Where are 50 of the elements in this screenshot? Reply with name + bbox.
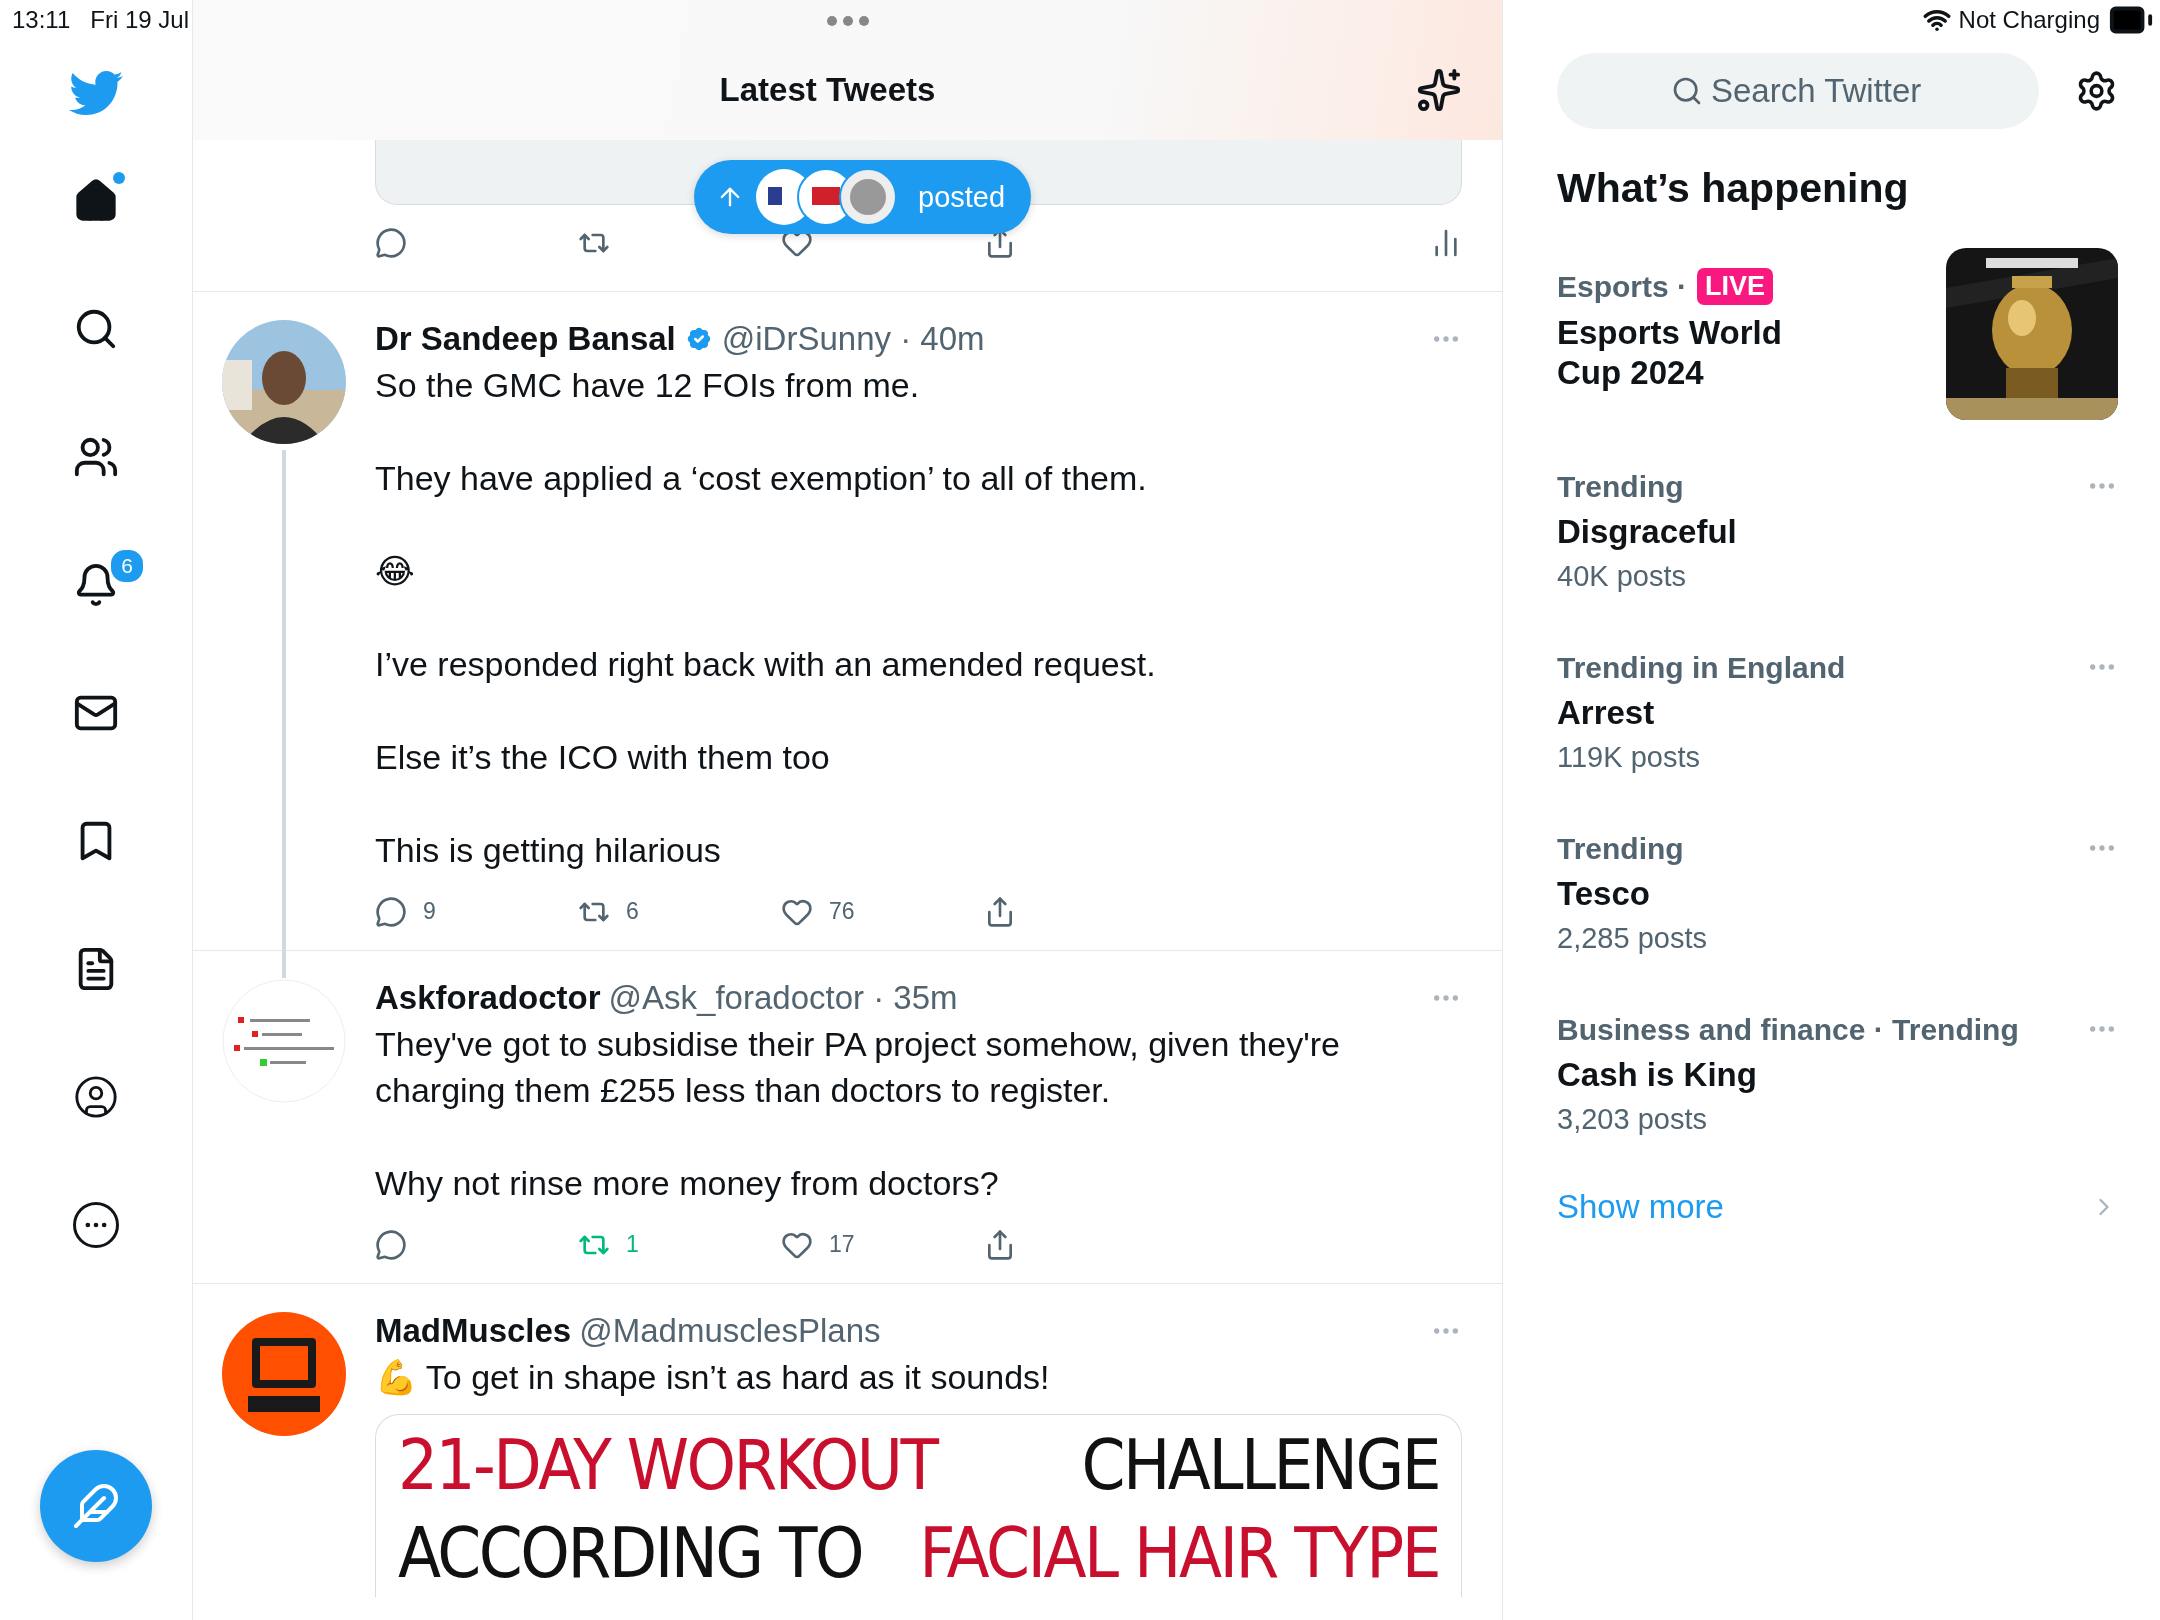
trend-category: Trending (1557, 832, 1685, 866)
trend-title[interactable]: Tesco (1557, 874, 1707, 914)
author-name[interactable]: MadMuscles (375, 1311, 572, 1350)
trend-category: Business and finance · Trending (1557, 1013, 2019, 1047)
post-count: 2,285 posts (1557, 922, 1707, 955)
section-title: What’s happening (1557, 165, 1910, 212)
home-icon[interactable] (73, 178, 119, 224)
trend-category: Trending in England (1557, 651, 1846, 685)
action-count: 76 (829, 898, 855, 925)
action-count: 9 (423, 898, 436, 925)
feather-icon (72, 1482, 120, 1530)
more-icon[interactable] (73, 1202, 119, 1248)
trend-title[interactable]: Cash is King (1557, 1055, 2019, 1095)
pill-label: posted (918, 180, 1006, 214)
action-count: 6 (626, 898, 639, 925)
action-count: 17 (829, 1231, 855, 1258)
status-time: 13:11 Fri 19 Jul (12, 6, 189, 34)
post-count: 3,203 posts (1557, 1103, 1708, 1136)
trend-title[interactable]: Disgraceful (1557, 512, 1737, 552)
sparkle-icon[interactable] (1416, 67, 1462, 113)
reply-icon[interactable] (375, 227, 407, 259)
search-field[interactable]: Search Twitter (1557, 53, 2039, 129)
media-headline: CHALLENGE (1081, 1423, 1439, 1508)
charging-status: Not Charging (1958, 6, 2100, 34)
notification-count: 6 (109, 548, 145, 584)
author-name[interactable]: Askforadoctor (375, 978, 601, 1017)
post-count: 40K posts (1557, 560, 1687, 593)
live-badge: LIVE (1697, 268, 1774, 305)
author-name[interactable]: Dr Sandeep Bansal (375, 320, 676, 358)
tweet-text: 💪 To get in shape isn’t as hard as it sounds! (375, 1356, 1051, 1398)
tweet-text: So the GMC have 12 FOIs from me. They have applied a ‘cost exemption’ to all of them. 😂 I’ve responded right back with an amended request. Else it’s the ICO with them too This is getting hilarious (375, 365, 1157, 871)
media-headline: ACCORDING TO (398, 1511, 863, 1596)
author-handle: @MadmusclesPlans (579, 1311, 881, 1350)
trend-title[interactable]: Arrest (1557, 693, 1846, 733)
trend-category: Esports · (1557, 269, 1688, 304)
post-count: 119K posts (1557, 741, 1701, 774)
reply-icon[interactable] (375, 1228, 407, 1261)
action-count: 1 (626, 1231, 639, 1258)
profile-icon[interactable] (73, 1074, 119, 1120)
reply-icon[interactable] (375, 895, 407, 928)
search-icon (1671, 75, 1703, 107)
author-handle: @Ask_foradoctor · 35m (608, 978, 958, 1017)
tweet-text: They've got to subsidise their PA project somehow, given they're charging them £255 less than doctors to register. Why not rinse more money from doctors? (375, 1023, 1341, 1204)
page-title: Latest Tweets (719, 71, 936, 109)
trend-title[interactable]: Esports World Cup 2024 (1557, 313, 1797, 393)
author-handle: @iDrSunny · 40m (721, 320, 985, 358)
media-headline: 21-DAY WORKOUT (398, 1423, 937, 1508)
compose-button[interactable] (40, 1450, 152, 1562)
trend-category: Trending (1557, 470, 1685, 504)
media-headline: FACIAL HAIR TYPE (919, 1511, 1439, 1596)
